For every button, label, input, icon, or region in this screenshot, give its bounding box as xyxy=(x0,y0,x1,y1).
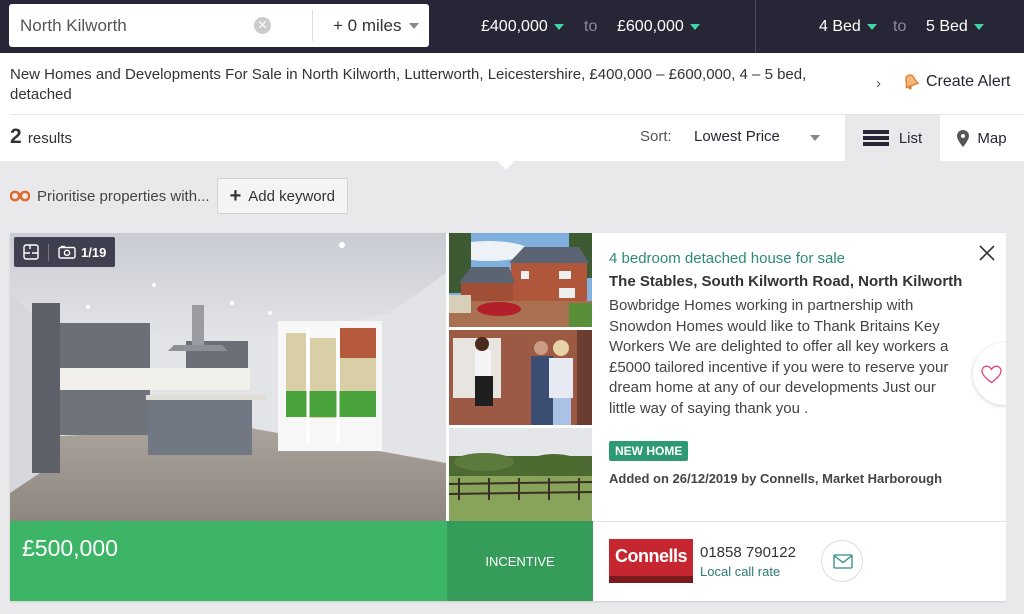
list-view-button[interactable]: List xyxy=(845,115,940,161)
sort-label: Sort: xyxy=(640,128,672,145)
divider xyxy=(48,243,49,261)
min-beds-select[interactable]: 4 Bed xyxy=(819,0,877,53)
thumbnail-house-exterior[interactable] xyxy=(449,233,592,327)
chevron-right-icon[interactable]: › xyxy=(876,75,881,92)
incentive-label[interactable]: INCENTIVE xyxy=(447,521,593,601)
search-topbar: ✕ + 0 miles £400,000 to £600,000 4 Bed t… xyxy=(0,0,1024,53)
camera-icon xyxy=(58,245,76,259)
chevron-down-icon xyxy=(973,24,984,30)
heart-icon xyxy=(981,365,1002,384)
chevron-down-icon xyxy=(553,24,564,30)
price-bar[interactable]: £500,000 xyxy=(10,521,447,601)
thumbnail-people[interactable] xyxy=(449,330,592,425)
map-pin-icon xyxy=(957,129,970,147)
keyword-prompt: Prioritise properties with... xyxy=(37,187,210,205)
max-beds-value: 5 Bed xyxy=(926,17,968,35)
min-price-select[interactable]: £400,000 xyxy=(481,0,564,53)
results-label: results xyxy=(27,130,73,147)
price-to-label: to xyxy=(584,17,598,35)
photo-counter: 1/19 xyxy=(81,244,107,260)
countryside-photo xyxy=(449,428,592,521)
chevron-down-icon xyxy=(866,24,877,30)
property-type-link[interactable]: 4 bedroom detached house for sale xyxy=(609,249,969,269)
min-beds-value: 4 Bed xyxy=(819,17,861,35)
thumbnail-countryside[interactable] xyxy=(449,428,592,521)
radius-select[interactable]: + 0 miles xyxy=(313,4,429,47)
create-alert-label: Create Alert xyxy=(926,73,1011,90)
listing-card: 1/19 £500,000 INCENTIVE 4 bedroom detach… xyxy=(10,233,1024,601)
chevron-down-icon xyxy=(409,23,419,29)
max-price-value: £600,000 xyxy=(617,17,684,35)
keyword-row: Prioritise properties with... + Add keyw… xyxy=(10,178,348,214)
map-view-button[interactable]: Map xyxy=(940,115,1024,161)
radius-value: + 0 miles xyxy=(333,15,402,35)
add-keyword-label: Add keyword xyxy=(248,187,335,205)
agent-logo-text: Connells xyxy=(614,545,688,566)
list-view-label: List xyxy=(898,129,923,147)
main-listing-photo[interactable]: 1/19 xyxy=(10,233,446,521)
results-count: 2 results xyxy=(10,125,72,149)
min-price-value: £400,000 xyxy=(481,17,548,35)
close-icon[interactable] xyxy=(977,243,997,263)
results-number: 2 xyxy=(10,125,22,148)
email-agent-button[interactable] xyxy=(821,540,863,582)
divider xyxy=(755,0,756,53)
listing-price: £500,000 xyxy=(22,535,118,561)
map-view-label: Map xyxy=(977,129,1007,147)
call-rate-label: Local call rate xyxy=(700,564,781,579)
binoculars-icon xyxy=(10,190,30,202)
new-home-badge: NEW HOME xyxy=(609,441,689,461)
sort-select[interactable]: Lowest Price xyxy=(694,128,824,145)
logo-stripe xyxy=(609,576,693,583)
added-on-text: Added on 26/12/2019 by Connells, Market … xyxy=(609,471,943,486)
max-price-select[interactable]: £600,000 xyxy=(617,0,700,53)
people-photo xyxy=(449,330,592,425)
page-heading: New Homes and Developments For Sale in N… xyxy=(10,66,807,103)
list-icon xyxy=(862,130,889,146)
add-keyword-button[interactable]: + Add keyword xyxy=(216,178,348,214)
max-beds-select[interactable]: 5 Bed xyxy=(926,0,984,53)
property-description: Bowbridge Homes working in partnership w… xyxy=(609,297,949,417)
results-header: New Homes and Developments For Sale in N… xyxy=(0,53,1024,161)
chevron-down-icon xyxy=(810,135,820,141)
location-search-input[interactable] xyxy=(20,4,240,47)
property-address[interactable]: The Stables, South Kilworth Road, North … xyxy=(609,271,969,292)
card-side-strip xyxy=(1006,233,1024,601)
envelope-icon xyxy=(833,554,853,569)
photo-gallery-badge[interactable]: 1/19 xyxy=(14,237,116,267)
beds-to-label: to xyxy=(893,17,907,35)
floorplan-icon xyxy=(23,244,39,260)
chevron-down-icon xyxy=(689,24,700,30)
kitchen-photo xyxy=(10,233,446,521)
plus-icon: + xyxy=(229,185,242,207)
location-search-box: ✕ + 0 miles xyxy=(9,4,429,47)
divider xyxy=(593,521,1006,522)
agent-logo[interactable]: Connells xyxy=(609,539,693,583)
listing-details: 4 bedroom detached house for sale The St… xyxy=(609,249,969,486)
agent-phone-number[interactable]: 01858 790122 xyxy=(700,544,796,561)
sort-value: Lowest Price xyxy=(694,128,780,145)
create-alert-button[interactable]: Create Alert xyxy=(902,73,1010,91)
bell-icon xyxy=(905,74,920,90)
clear-search-icon[interactable]: ✕ xyxy=(254,17,271,34)
house-exterior-photo xyxy=(449,233,592,327)
